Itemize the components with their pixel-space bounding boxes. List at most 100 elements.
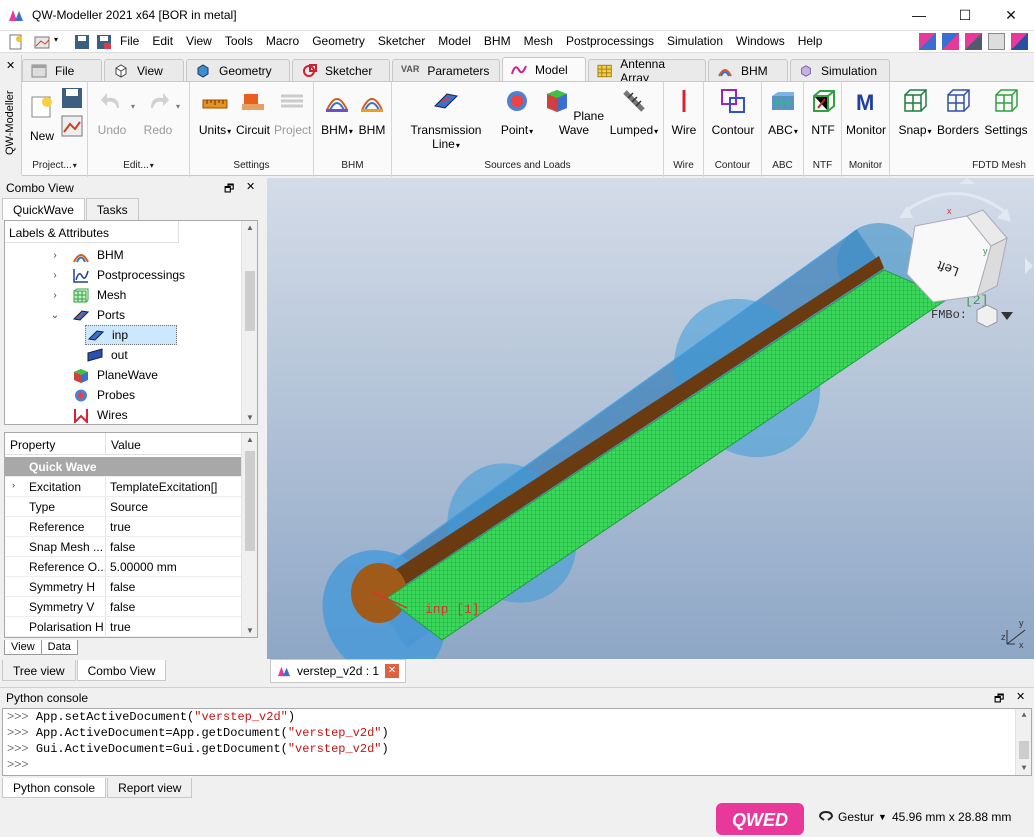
redo-button[interactable]: Redo — [142, 88, 174, 137]
menu-sketcher[interactable]: Sketcher — [378, 34, 425, 48]
tree-item-ports[interactable]: ⌄ Ports — [49, 305, 125, 325]
combo-view-float-icon[interactable]: 🗗 — [224, 180, 234, 199]
tree-item-out[interactable]: out — [85, 345, 128, 365]
property-row-polarisation-h[interactable]: Polarisation H true — [5, 617, 243, 637]
tab-view[interactable]: View — [104, 59, 184, 81]
save-project-icon[interactable] — [60, 86, 84, 110]
tree-item-planewave[interactable]: PlaneWave — [49, 365, 158, 385]
units-button[interactable]: Units — [198, 88, 232, 137]
redo-dropdown-icon[interactable]: ▾ — [176, 102, 180, 111]
monitor-button[interactable]: M Monitor — [844, 88, 888, 137]
navcube-menu-icon[interactable] — [976, 304, 1013, 328]
qw-simulator-icon[interactable] — [942, 33, 959, 50]
point-source-button[interactable]: Point — [496, 88, 538, 137]
menu-bhm[interactable]: BHM — [484, 34, 511, 48]
property-group-quick-wave[interactable]: Quick Wave — [5, 457, 243, 477]
expand-arrow-icon[interactable]: › — [49, 290, 61, 301]
menu-windows[interactable]: Windows — [736, 34, 785, 48]
collapse-arrow-icon[interactable]: ⌄ — [49, 310, 61, 321]
tab-model[interactable]: Model — [502, 57, 586, 81]
snap-button[interactable]: Snap — [896, 88, 934, 137]
scroll-down-icon[interactable]: ▼ — [242, 413, 257, 422]
combo-view-close-icon[interactable]: ✕ — [246, 180, 255, 193]
tree-scroll-thumb[interactable] — [245, 271, 255, 331]
maximize-button[interactable]: ☐ — [942, 0, 988, 30]
property-row-excitation[interactable]: › Excitation TemplateExcitation[] — [5, 477, 243, 497]
ntf-button[interactable]: NTF — [808, 88, 838, 137]
tab-quickwave[interactable]: QuickWave — [2, 198, 85, 220]
tab-report-view[interactable]: Report view — [107, 778, 193, 798]
qw-info-icon[interactable] — [1011, 33, 1028, 50]
edit-group-label[interactable]: Edit... — [88, 160, 189, 171]
lumped-button[interactable]: Lumped — [608, 88, 660, 137]
tab-data-properties[interactable]: Data — [40, 640, 78, 655]
document-tab[interactable]: verstep_v2d : 1 ✕ — [270, 659, 407, 683]
tab-combo-view[interactable]: Combo View — [76, 660, 167, 681]
bhm-dropdown-button[interactable]: BHM — [320, 88, 354, 137]
console-scroll-thumb[interactable] — [1019, 741, 1029, 759]
menu-edit[interactable]: Edit — [152, 34, 173, 48]
menu-postprocessings[interactable]: Postprocessings — [566, 34, 654, 48]
save-icon[interactable] — [74, 34, 90, 50]
tab-tasks[interactable]: Tasks — [85, 198, 139, 220]
expand-arrow-icon[interactable]: › — [12, 480, 15, 490]
python-console-float-icon[interactable]: 🗗 — [994, 690, 1004, 709]
new-document-icon[interactable] — [8, 34, 24, 50]
tree-item-bhm[interactable]: › BHM — [49, 245, 123, 265]
tree-item-mesh[interactable]: › Mesh — [49, 285, 126, 305]
tab-antenna-array[interactable]: Antenna Array — [588, 57, 706, 85]
menu-file[interactable]: File — [120, 34, 139, 48]
project-group-label[interactable]: Project... — [22, 160, 87, 171]
minimize-button[interactable]: — — [896, 0, 942, 30]
tree-item-wires[interactable]: Wires — [49, 405, 128, 424]
menu-help[interactable]: Help — [798, 34, 823, 48]
menu-model[interactable]: Model — [438, 34, 471, 48]
menu-tools[interactable]: Tools — [225, 34, 253, 48]
console-scrollbar[interactable]: ▲ ▼ — [1015, 709, 1031, 775]
expand-arrow-icon[interactable]: › — [49, 250, 61, 261]
tab-sketcher[interactable]: Sketcher — [292, 59, 390, 81]
project-settings-button[interactable]: Project — [274, 88, 311, 137]
qw-editor-icon[interactable] — [919, 33, 936, 50]
plane-wave-button[interactable]: Plane Wave — [542, 88, 606, 137]
navigation-style-selector[interactable]: Gestur ▼ — [818, 810, 887, 824]
tab-bhm[interactable]: BHM — [708, 59, 788, 81]
circuit-button[interactable]: Circuit — [236, 88, 270, 137]
scroll-down-icon[interactable]: ▼ — [242, 626, 257, 635]
console-input-line[interactable]: >>> — [7, 758, 1027, 774]
tab-view-properties[interactable]: View — [4, 640, 42, 655]
wire-button[interactable]: Wire — [668, 88, 700, 137]
tree-item-probes[interactable]: Probes — [49, 385, 135, 405]
property-row-reference[interactable]: Reference true — [5, 517, 243, 537]
tab-file[interactable]: File — [22, 59, 102, 81]
python-console-close-icon[interactable]: ✕ — [1016, 690, 1025, 703]
contour-button[interactable]: Contour — [710, 88, 756, 137]
undo-button[interactable]: Undo — [96, 88, 128, 137]
scroll-up-icon[interactable]: ▲ — [242, 223, 257, 232]
borders-button[interactable]: Borders — [936, 88, 980, 137]
property-row-reference-offset[interactable]: Reference O... 5.00000 mm — [5, 557, 243, 577]
menu-mesh[interactable]: Mesh — [524, 34, 553, 48]
undo-dropdown-icon[interactable]: ▾ — [131, 102, 135, 111]
close-button[interactable]: ✕ — [988, 0, 1034, 30]
tree-scrollbar[interactable]: ▲ ▼ — [241, 221, 257, 424]
transmission-line-button[interactable]: Transmission Line — [398, 88, 494, 151]
property-row-type[interactable]: Type Source — [5, 497, 243, 517]
property-scrollbar[interactable]: ▲ ▼ — [241, 433, 257, 637]
document-close-icon[interactable]: ✕ — [385, 664, 400, 678]
expand-arrow-icon[interactable]: › — [49, 270, 61, 281]
bhm-button[interactable]: BHM — [356, 88, 388, 137]
3d-viewport[interactable]: inp [1] [2] Left x y FMBo: z y x — [267, 178, 1034, 659]
open-document-icon[interactable] — [34, 34, 50, 50]
mesh-settings-button[interactable]: Settings — [982, 88, 1030, 137]
save-image-icon[interactable] — [60, 114, 84, 138]
qw-view-icon[interactable] — [965, 33, 982, 50]
property-row-symmetry-v[interactable]: Symmetry V false — [5, 597, 243, 617]
new-button[interactable]: New — [28, 88, 56, 143]
tab-tree-view[interactable]: Tree view — [2, 660, 76, 681]
property-scroll-thumb[interactable] — [245, 451, 255, 551]
property-row-symmetry-h[interactable]: Symmetry H false — [5, 577, 243, 597]
scroll-down-icon[interactable]: ▼ — [1016, 764, 1032, 773]
qw-www-icon[interactable] — [988, 33, 1005, 50]
scroll-up-icon[interactable]: ▲ — [1016, 711, 1032, 720]
